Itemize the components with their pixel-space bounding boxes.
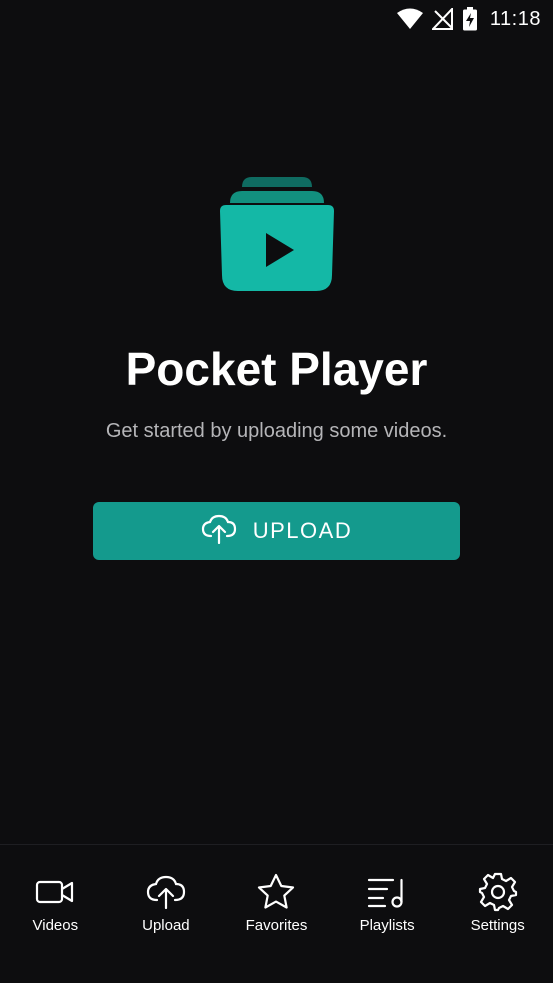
battery-charging-icon <box>462 7 478 31</box>
nav-item-favorites[interactable]: Favorites <box>221 845 331 983</box>
subtitle: Get started by uploading some videos. <box>105 420 448 442</box>
upload-button[interactable]: UPLOAD <box>93 502 460 560</box>
playlist-icon <box>366 871 408 913</box>
nav-item-upload[interactable]: Upload <box>111 845 221 983</box>
star-icon <box>255 871 297 913</box>
video-camera-icon <box>34 871 76 913</box>
nav-label-playlists: Playlists <box>359 917 415 934</box>
status-time: 11:18 <box>489 7 541 30</box>
app-title: Pocket Player <box>125 343 428 395</box>
nav-label-upload: Upload <box>142 917 190 934</box>
status-bar: 11:18 <box>0 0 553 38</box>
cloud-upload-icon <box>145 871 187 913</box>
nav-item-settings[interactable]: Settings <box>443 845 553 983</box>
app-screen: 11:18 Pocket Player Get started by uploa… <box>0 0 553 983</box>
wifi-icon <box>396 8 424 30</box>
upload-button-label: UPLOAD <box>252 518 353 543</box>
nav-label-settings: Settings <box>470 917 525 934</box>
nav-label-videos: Videos <box>32 917 79 934</box>
nav-item-playlists[interactable]: Playlists <box>332 845 442 983</box>
nav-label-favorites: Favorites <box>245 917 308 934</box>
bottom-navigation: Videos Upload Favorites Playlists Settin… <box>0 844 553 983</box>
gear-icon <box>477 871 519 913</box>
nav-item-videos[interactable]: Videos <box>0 845 110 983</box>
video-stack-play-icon <box>218 175 336 293</box>
cloud-upload-icon <box>201 514 237 549</box>
no-signal-icon <box>431 8 454 30</box>
